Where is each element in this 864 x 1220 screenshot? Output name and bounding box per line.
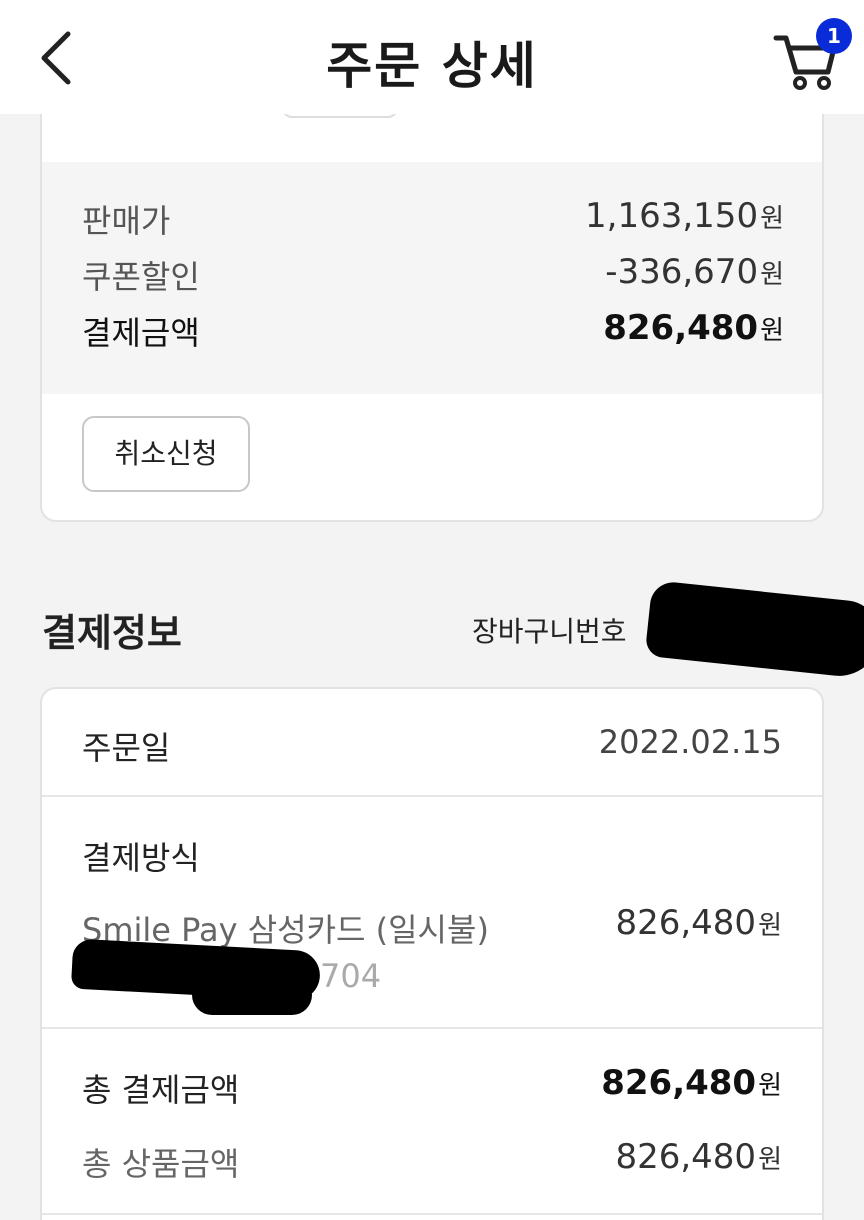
- order-item-card: 판매가 1,163,150원 쿠폰할인 -336,670원 결제금액 826,4…: [40, 80, 824, 522]
- price-value: 826,480원: [603, 308, 784, 348]
- divider: [42, 1027, 822, 1029]
- price-label: 쿠폰할인: [82, 258, 200, 296]
- price-row-payment: 결제금액 826,480원: [82, 308, 784, 358]
- total-product-value: 826,480원: [615, 1137, 782, 1177]
- price-value: -336,670원: [605, 252, 784, 292]
- page-title: 주문 상세: [326, 37, 538, 95]
- payment-method-label: 결제방식: [82, 839, 200, 877]
- price-label: 결제금액: [82, 314, 200, 352]
- order-date-value: 2022.02.15: [598, 723, 782, 761]
- order-date-label: 주문일: [82, 729, 171, 767]
- divider: [42, 1213, 822, 1215]
- divider: [42, 795, 822, 797]
- total-payment-label: 총 결제금액: [82, 1071, 240, 1109]
- price-row-coupon: 쿠폰할인 -336,670원: [82, 252, 784, 302]
- cart-button[interactable]: 1: [770, 18, 856, 96]
- price-label: 판매가: [82, 202, 171, 240]
- section-title: 결제정보: [42, 611, 182, 655]
- price-row-sale: 판매가 1,163,150원: [82, 196, 784, 246]
- total-product-label: 총 상품금액: [82, 1145, 240, 1183]
- card-number: 704: [320, 957, 382, 995]
- price-value: 1,163,150원: [585, 196, 784, 236]
- price-summary-box: 판매가 1,163,150원 쿠폰할인 -336,670원 결제금액 826,4…: [42, 162, 822, 394]
- basket-number-label: 장바구니번호: [472, 615, 627, 648]
- top-app-bar: 주문 상세 1: [0, 0, 864, 114]
- total-payment-value: 826,480원: [601, 1063, 782, 1103]
- payment-method-amount: 826,480원: [615, 903, 782, 943]
- cancel-request-button[interactable]: 취소신청: [82, 416, 250, 492]
- redaction-mark: [192, 975, 312, 1015]
- payment-info-card: 주문일 2022.02.15 결제방식 Smile Pay 삼성카드 (일시불)…: [40, 687, 824, 1220]
- cart-count-badge: 1: [816, 18, 852, 54]
- redaction-mark: [644, 580, 864, 680]
